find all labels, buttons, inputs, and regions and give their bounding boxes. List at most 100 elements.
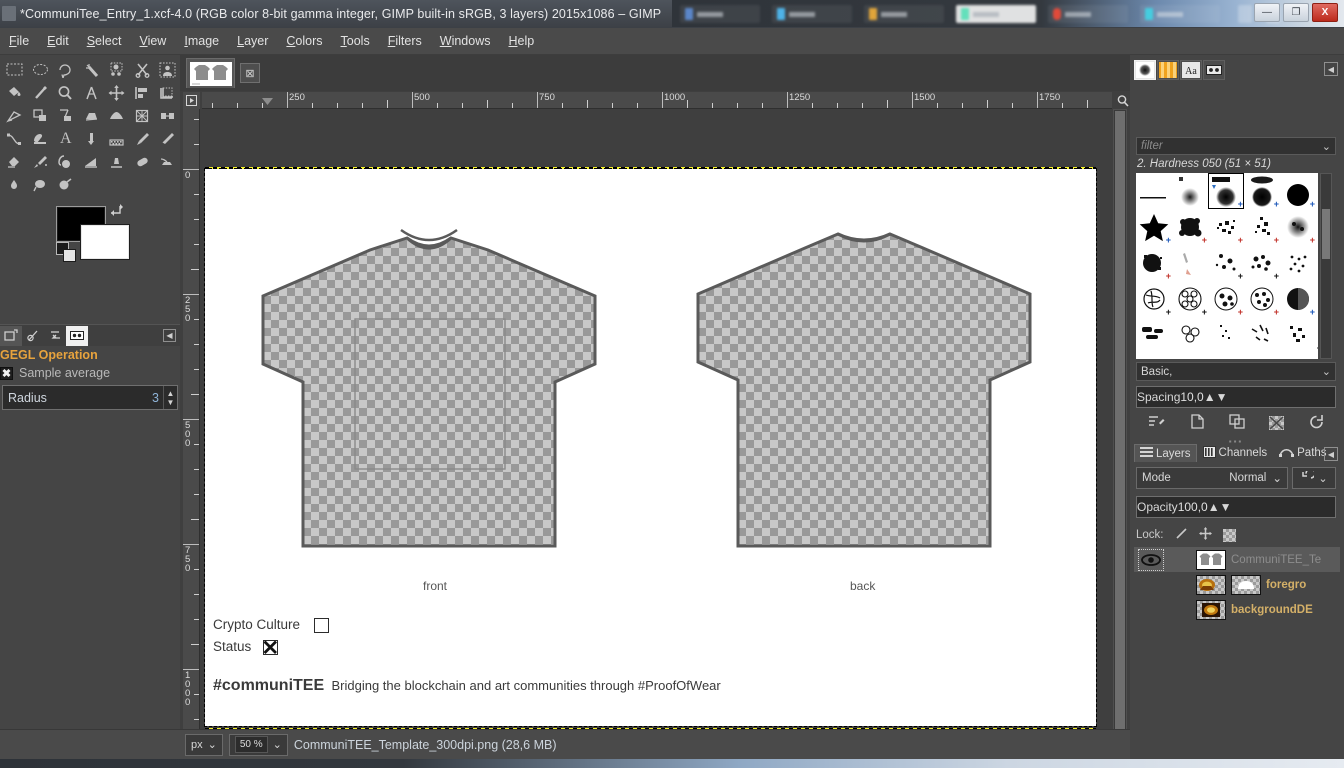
horizontal-ruler[interactable]: 250 500 750 1000 1250 1500 1750 [202,92,1112,109]
brush-item[interactable]: + [1244,281,1280,317]
blur-tool[interactable] [104,150,130,173]
brush-scroll-thumb[interactable] [1322,209,1330,259]
brush-item[interactable] [1172,173,1208,209]
select-by-color-tool[interactable] [104,58,130,81]
ink-tool[interactable] [155,127,181,150]
brush-item[interactable]: + [1208,281,1244,317]
brush-item[interactable] [1172,317,1208,353]
pointer-tab[interactable] [66,325,88,346]
brush-item[interactable]: + [1280,281,1316,317]
swap-colors-icon[interactable] [110,204,124,218]
layer-mode-selector[interactable]: Mode Normal ⌄ [1136,467,1288,489]
canvas-checkbox-status[interactable] [263,639,279,655]
fonts-tab[interactable]: Aa [1180,60,1202,80]
brush-item[interactable]: + [1280,317,1318,353]
perspective-tool[interactable] [79,104,105,127]
clone-tool[interactable] [53,150,79,173]
image-tab-strip[interactable]: ⊠ [180,55,1130,91]
cage-transform-tool[interactable] [130,104,156,127]
brush-item[interactable]: + [1208,245,1244,281]
airbrush-tool[interactable] [28,150,54,173]
color-picker-tool[interactable] [79,127,105,150]
os-taskbar-strip[interactable]: — ❐ X [672,0,1344,27]
brush-item[interactable]: + [1172,209,1208,245]
close-button[interactable]: X [1312,3,1338,22]
menu-windows[interactable]: Windows [431,30,500,52]
brush-action-buttons[interactable] [1136,411,1336,435]
rect-select-tool[interactable] [2,58,28,81]
eraser-tool[interactable] [2,150,28,173]
layer-visibility-cell[interactable] [1136,548,1166,571]
gradient-tool[interactable] [28,81,54,104]
paths-tool[interactable] [2,127,28,150]
refresh-brushes-icon[interactable] [1309,414,1324,432]
shear-tool[interactable] [53,104,79,127]
vertical-scroll-thumb[interactable] [1115,111,1125,731]
smudge-tool[interactable] [79,150,105,173]
brush-item[interactable]: + [1136,281,1172,317]
brush-item[interactable]: + [1136,209,1172,245]
dock-menu-icon[interactable]: ◀ [163,329,176,342]
scissors-select-tool[interactable] [130,58,156,81]
document-history-tab[interactable] [1203,60,1225,80]
mypaint-brush-tool[interactable] [53,173,79,196]
menu-tools[interactable]: Tools [332,30,379,52]
tool-options-dock-tabs[interactable]: ◀ [0,324,180,346]
brush-item[interactable] [1244,317,1280,353]
new-brush-icon[interactable] [1190,414,1205,432]
layer-mode-row[interactable]: Mode Normal ⌄ ⌄ [1136,467,1336,489]
move-tool[interactable] [104,81,130,104]
tool-grid[interactable]: A [0,55,180,196]
chevron-down-icon[interactable]: ⌄ [1322,140,1331,153]
delete-brush-icon[interactable] [1269,416,1285,430]
layers-dock-tabs[interactable]: Layers Channels Paths ◀ [1134,443,1340,462]
layer-opacity-spinner[interactable]: Opacity 100,0 ▲▼ [1136,496,1336,518]
table-row[interactable]: CommuniTEE_Te [1134,547,1340,572]
radius-spinner[interactable]: Radius 3 ▲ ▼ [2,385,178,410]
layer-name[interactable]: CommuniTEE_Te [1231,554,1321,566]
zoom-tool[interactable] [53,81,79,104]
eye-icon[interactable] [1138,548,1164,571]
zoom-value[interactable]: 50 % [234,736,268,753]
bucket-fill-tool[interactable] [2,81,28,104]
menu-edit[interactable]: Edit [38,30,78,52]
sample-average-checkbox[interactable]: ✖ [0,366,13,380]
radius-stepper[interactable]: ▲ ▼ [163,386,177,409]
canvas-vertical-scrollbar[interactable] [1113,109,1127,754]
spacing-value[interactable]: 10,0 [1180,390,1203,404]
scale-tool[interactable] [28,104,54,127]
ruler-origin-button[interactable] [183,92,200,109]
brushes-dock-tabs[interactable]: Aa ◀ [1134,59,1340,81]
heal-tool[interactable] [130,150,156,173]
lock-position-icon[interactable] [1198,527,1212,543]
minimize-button[interactable]: — [1254,3,1280,22]
table-row[interactable]: backgroundDE [1134,597,1340,622]
brush-item[interactable]: + [1244,209,1280,245]
brush-item[interactable]: + [1280,173,1316,209]
brush-item[interactable] [1280,245,1316,281]
window-controls[interactable]: — ❐ X [1254,3,1338,22]
foreground-select-tool[interactable] [155,58,181,81]
align-tool[interactable] [130,81,156,104]
brush-filter-input[interactable]: filter ⌄ [1136,137,1336,155]
brushes-tab[interactable] [1134,60,1156,80]
paintbrush-tool[interactable] [130,127,156,150]
text-tool[interactable]: A [53,127,79,150]
unit-selector[interactable]: px ⌄ [185,733,223,756]
zoom-image-icon[interactable] [1114,92,1131,109]
lock-alpha-icon[interactable] [1222,528,1236,542]
brush-grid[interactable]: + + + + + + + + + + + + + + + + [1136,173,1318,359]
zoom-selector[interactable]: 50 % ⌄ [228,733,288,756]
brush-item[interactable]: + [1136,245,1172,281]
menu-bar[interactable]: File Edit Select View Image Layer Colors… [0,28,1344,55]
layer-list[interactable]: CommuniTEE_Te foregro backgroundDE [1134,547,1340,762]
patterns-tab[interactable] [1157,60,1179,80]
opacity-stepper[interactable]: ▲▼ [1208,500,1232,514]
menu-help[interactable]: Help [499,30,543,52]
spacing-stepper[interactable]: ▲▼ [1204,390,1228,404]
brush-item[interactable]: + [1208,209,1244,245]
close-image-tab-button[interactable]: ⊠ [240,63,260,83]
brush-tag-selector[interactable]: Basic, ⌄ [1136,362,1336,381]
crop-tool[interactable] [155,81,181,104]
color-area[interactable] [0,203,180,265]
